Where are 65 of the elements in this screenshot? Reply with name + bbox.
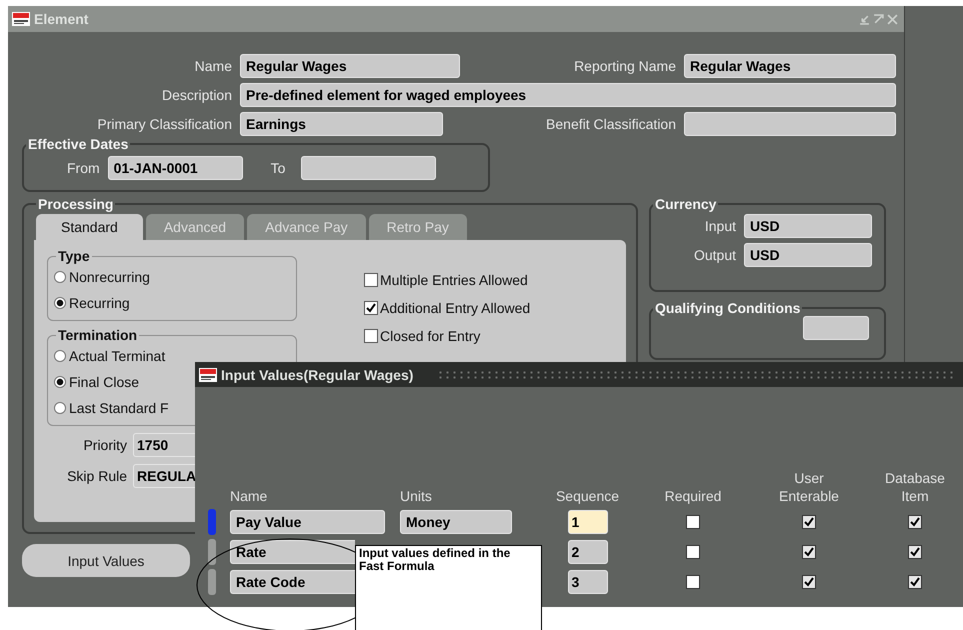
- text-field[interactable]: USD: [744, 243, 872, 267]
- text-field[interactable]: Pay Value: [230, 510, 385, 534]
- field-label: Input: [704, 218, 736, 234]
- checkbox[interactable]: [802, 575, 816, 589]
- text-field[interactable]: USD: [744, 214, 872, 238]
- input-values-button[interactable]: Input Values: [22, 544, 190, 577]
- column-header: Database Item: [884, 469, 946, 505]
- text-field[interactable]: Pre-defined element for waged employees: [240, 83, 896, 107]
- logo-icon: [12, 12, 30, 26]
- checkbox[interactable]: Closed for Entry: [364, 322, 530, 350]
- text-field[interactable]: Rate Code: [230, 570, 355, 594]
- group-title: Type: [57, 248, 91, 264]
- group-title: Processing: [37, 196, 114, 212]
- text-field[interactable]: Money: [400, 510, 512, 534]
- radio-button[interactable]: Recurring: [54, 290, 130, 316]
- text-field[interactable]: [684, 112, 896, 136]
- logo-icon: [199, 368, 217, 382]
- checkbox[interactable]: [908, 515, 922, 529]
- radio-button[interactable]: Final Close: [54, 369, 140, 395]
- column-header: Required: [664, 487, 722, 505]
- text-field[interactable]: [803, 316, 869, 340]
- checkbox[interactable]: Multiple Entries Allowed: [364, 266, 530, 294]
- column-header: Name: [230, 487, 268, 505]
- date-field[interactable]: [301, 156, 436, 180]
- checkbox[interactable]: [686, 545, 700, 559]
- field-label: Output: [692, 247, 736, 263]
- radio-button[interactable]: Actual Terminat: [54, 343, 166, 369]
- group-title: Termination: [57, 327, 138, 343]
- group-title: Effective Dates: [27, 136, 130, 152]
- field-label: Description: [160, 87, 232, 103]
- callout-text: Input values defined in the Fast Formula: [359, 547, 512, 573]
- group-title: Currency: [654, 196, 718, 212]
- checkbox[interactable]: Additional Entry Allowed: [364, 294, 530, 322]
- checkbox[interactable]: [802, 515, 816, 529]
- field-label: To: [270, 160, 286, 176]
- window-title: Element: [34, 11, 88, 27]
- radio-button[interactable]: Nonrecurring: [54, 264, 150, 290]
- checkbox[interactable]: [908, 545, 922, 559]
- text-field[interactable]: 3: [568, 570, 608, 594]
- text-field[interactable]: 1: [568, 510, 608, 534]
- field-label: Reporting Name: [573, 58, 676, 74]
- field-label: Priority: [82, 437, 127, 453]
- checkbox[interactable]: [686, 575, 700, 589]
- field-label: Primary Classification: [96, 116, 232, 132]
- field-label: From: [67, 160, 100, 176]
- date-field[interactable]: 01-JAN-0001: [108, 156, 243, 180]
- column-header: User Enterable: [778, 469, 840, 505]
- tab[interactable]: Standard: [36, 214, 143, 240]
- text-field[interactable]: 2: [568, 540, 608, 564]
- window-title: Input Values(Regular Wages): [221, 366, 414, 382]
- field-label: Name: [194, 58, 232, 74]
- group-title: Qualifying Conditions: [654, 300, 802, 316]
- radio-button[interactable]: Last Standard F: [54, 395, 169, 421]
- field-label: Benefit Classification: [545, 116, 676, 132]
- checkbox[interactable]: [686, 515, 700, 529]
- text-field[interactable]: Regular Wages: [240, 54, 460, 78]
- text-field[interactable]: Earnings: [240, 112, 443, 136]
- text-field[interactable]: Rate: [230, 540, 355, 564]
- record-indicator[interactable]: [208, 539, 216, 565]
- checkbox[interactable]: [802, 545, 816, 559]
- column-header: Sequence: [556, 487, 620, 505]
- column-header: Units: [400, 487, 432, 505]
- field-label: Skip Rule: [66, 468, 127, 484]
- text-field[interactable]: Regular Wages: [684, 54, 896, 78]
- checkbox[interactable]: [908, 575, 922, 589]
